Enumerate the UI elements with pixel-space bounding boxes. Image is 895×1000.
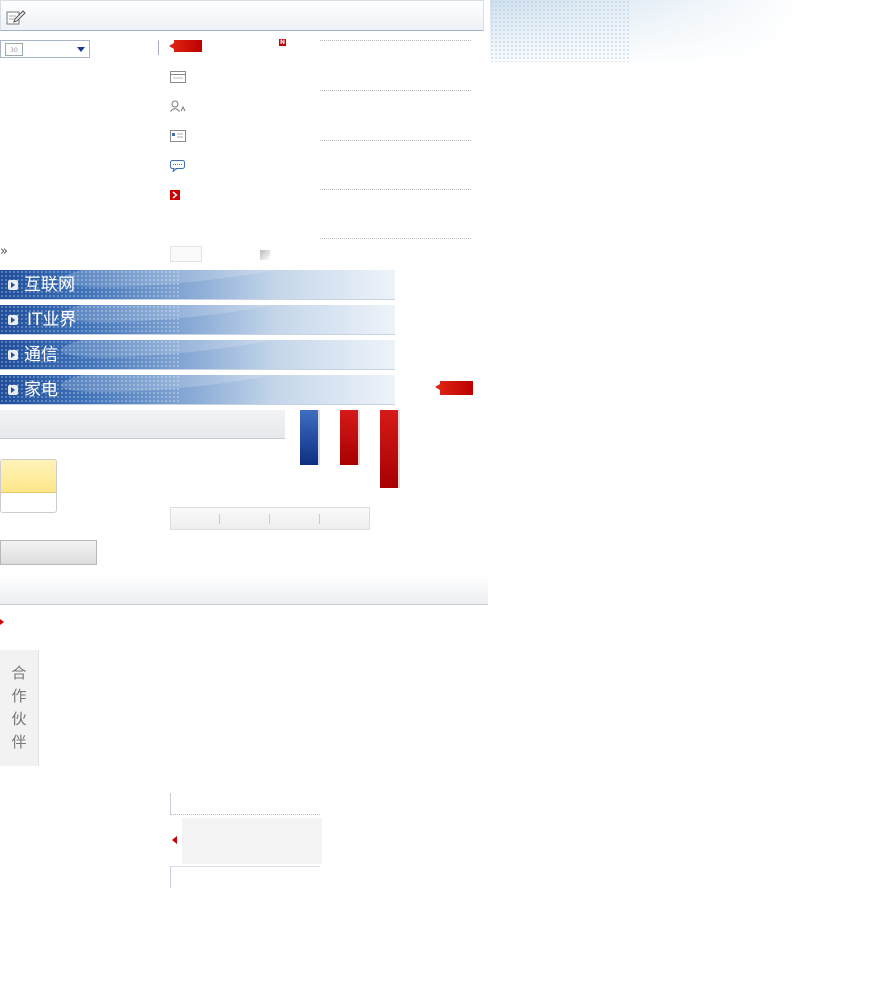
divider: [158, 40, 163, 55]
category-label[interactable]: 通信: [24, 343, 58, 367]
partners-panel: 合作伙伴: [0, 650, 39, 766]
list-divider: [320, 140, 471, 141]
frame-top: [170, 793, 320, 815]
card-icon[interactable]: [170, 130, 186, 142]
bullet-icon: [8, 385, 18, 395]
partners-label: 合作伙伴: [11, 664, 27, 751]
list-divider: [320, 238, 471, 239]
bullet-icon: [8, 350, 18, 360]
user-icon[interactable]: [170, 100, 186, 112]
frame-bottom: [170, 866, 320, 888]
vertical-tab[interactable]: [340, 410, 358, 465]
section-header: [0, 575, 488, 605]
header-banner: [490, 0, 895, 62]
list-divider: [320, 40, 471, 41]
arrow-left-icon[interactable]: [172, 836, 177, 844]
category-label[interactable]: IT业界: [27, 308, 76, 332]
tab-row[interactable]: [170, 507, 370, 530]
calendar-icon[interactable]: [170, 71, 186, 83]
tab-edge: [318, 410, 320, 465]
arrow-right-icon[interactable]: [0, 619, 4, 625]
action-button[interactable]: [0, 540, 97, 565]
toolbar: [0, 0, 484, 31]
section-header: [0, 410, 285, 439]
category-bar[interactable]: 通信: [0, 340, 395, 370]
note-card[interactable]: [0, 459, 57, 513]
arrow-right-icon[interactable]: [170, 190, 180, 200]
tab-separator: [319, 514, 320, 524]
tab-separator: [219, 514, 220, 524]
tab-edge: [358, 410, 360, 465]
note-card-header: [1, 460, 56, 493]
tab-separator: [269, 514, 270, 524]
tab-edge: [398, 410, 400, 488]
calendar-icon: 30: [5, 43, 23, 56]
category-bar[interactable]: 家电: [0, 375, 395, 405]
chat-icon[interactable]: [170, 160, 186, 172]
bullet-icon: [8, 315, 18, 325]
category-label[interactable]: 家电: [24, 378, 58, 402]
vertical-tab[interactable]: [380, 410, 398, 488]
bullet-icon: [8, 280, 18, 290]
headline-tag[interactable]: [169, 40, 202, 52]
list-divider: [320, 90, 471, 91]
category-bar[interactable]: 互联网: [0, 270, 395, 300]
date-select[interactable]: 30: [0, 40, 90, 58]
new-badge: N: [279, 39, 286, 46]
more-link[interactable]: »: [0, 245, 8, 259]
corner-decoration: [260, 250, 270, 260]
category-bar[interactable]: IT业界: [0, 305, 395, 335]
slider-panel: [182, 818, 322, 864]
chevron-down-icon[interactable]: [77, 47, 85, 52]
small-input[interactable]: [170, 246, 202, 262]
list-divider: [320, 189, 471, 190]
category-label[interactable]: 互联网: [24, 273, 75, 297]
vertical-tab[interactable]: [300, 410, 318, 465]
hot-tag[interactable]: [435, 381, 473, 395]
edit-icon[interactable]: [6, 9, 26, 25]
